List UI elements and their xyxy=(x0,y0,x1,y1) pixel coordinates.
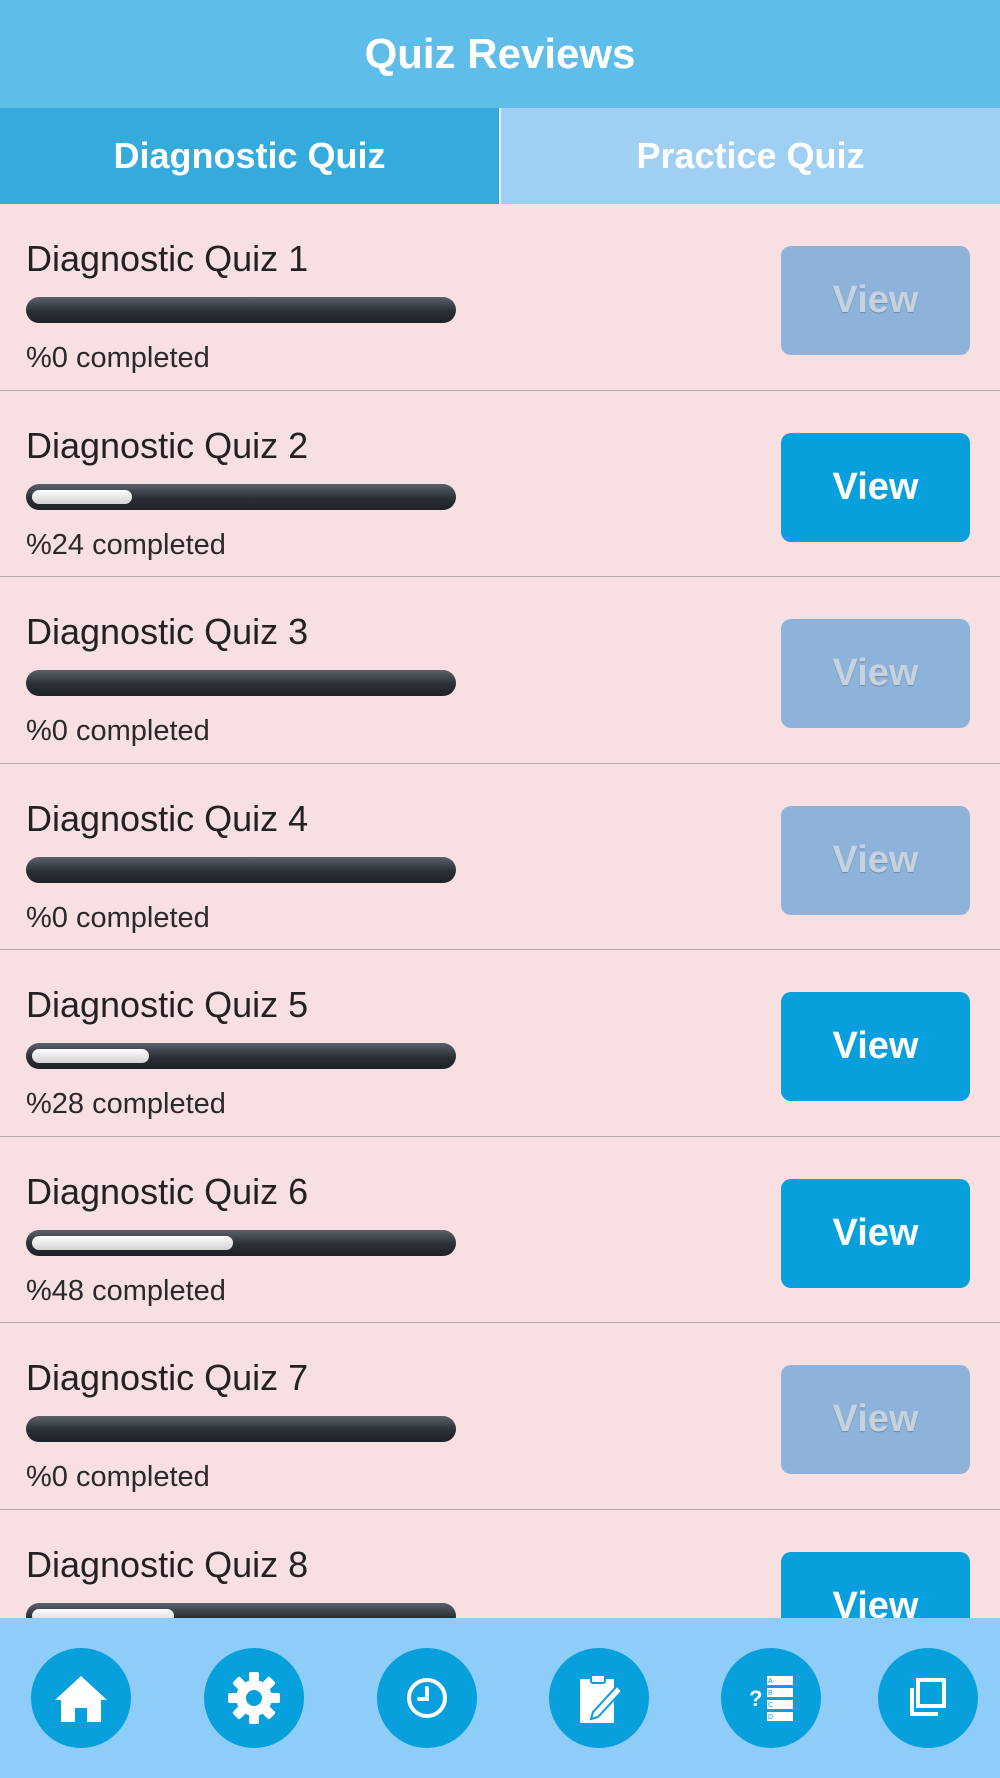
view-button[interactable]: View xyxy=(781,1365,970,1474)
view-button[interactable]: View xyxy=(781,619,970,728)
progress-bar xyxy=(26,1043,456,1069)
completion-status: %28 completed xyxy=(26,1088,226,1120)
completion-status: %0 completed xyxy=(26,715,210,747)
progress-bar xyxy=(26,1602,456,1618)
quiz-list-button[interactable]: ? A B C D xyxy=(721,1648,821,1748)
history-button[interactable] xyxy=(377,1648,477,1748)
quiz-title: Diagnostic Quiz 5 xyxy=(26,984,309,1025)
progress-fill xyxy=(32,1049,149,1063)
progress-bar xyxy=(26,1229,456,1256)
clipboard-edit-icon xyxy=(580,1674,624,1723)
list-item: Diagnostic Quiz 4 %0 completed View xyxy=(0,764,1000,950)
progress-fill xyxy=(32,1608,174,1618)
completion-status: %0 completed xyxy=(26,901,210,934)
home-icon xyxy=(55,1676,107,1722)
svg-text:A: A xyxy=(768,1678,773,1685)
quiz-list[interactable]: Diagnostic Quiz 1 %0 completed View Diagnos… xyxy=(0,204,1000,1618)
completion-status: %48 completed xyxy=(26,1274,226,1307)
view-button[interactable]: View xyxy=(781,805,970,915)
app-header: Quiz Reviews xyxy=(0,0,1000,108)
settings-button[interactable] xyxy=(204,1648,304,1748)
quiz-title: Diagnostic Quiz 8 xyxy=(26,1543,309,1585)
completion-status: %0 completed xyxy=(26,1461,210,1493)
clock-icon xyxy=(407,1678,447,1718)
quiz-edit-button[interactable] xyxy=(549,1648,649,1748)
quiz-title: Diagnostic Quiz 7 xyxy=(26,1357,309,1398)
list-item: Diagnostic Quiz 7 %0 completed View xyxy=(0,1323,1000,1510)
progress-fill xyxy=(32,1235,233,1250)
svg-text:B: B xyxy=(768,1690,773,1697)
view-button[interactable]: View xyxy=(781,1551,970,1618)
copy-icon xyxy=(910,1678,946,1716)
progress-bar xyxy=(26,1416,456,1442)
home-button[interactable] xyxy=(31,1648,131,1748)
quiz-list-icon: ? A B C D xyxy=(749,1676,793,1721)
view-button[interactable]: View xyxy=(781,432,970,542)
progress-bar xyxy=(26,297,456,323)
view-button[interactable]: View xyxy=(781,992,970,1101)
progress-bar xyxy=(26,670,456,696)
view-button[interactable]: View xyxy=(781,1178,970,1288)
progress-bar xyxy=(26,856,456,883)
quiz-title: Diagnostic Quiz 2 xyxy=(26,424,309,466)
bottom-nav-bar: ? A B C D xyxy=(0,1618,1000,1778)
quiz-title: Diagnostic Quiz 6 xyxy=(26,1170,309,1212)
list-item: Diagnostic Quiz 1 %0 completed View xyxy=(0,204,1000,391)
tab-diagnostic-quiz[interactable]: Diagnostic Quiz xyxy=(0,108,501,204)
quiz-title: Diagnostic Quiz 3 xyxy=(26,611,309,652)
list-item: Diagnostic Quiz 5 %28 completed View xyxy=(0,950,1000,1137)
svg-text:D: D xyxy=(768,1714,773,1721)
quiz-title: Diagnostic Quiz 4 xyxy=(26,797,309,839)
quiz-title: Diagnostic Quiz 1 xyxy=(26,238,309,279)
list-item: Diagnostic Quiz 8 View xyxy=(0,1510,1000,1618)
list-item: Diagnostic Quiz 6 %48 completed View xyxy=(0,1137,1000,1323)
list-item: Diagnostic Quiz 2 %24 completed View xyxy=(0,391,1000,577)
tab-bar: Diagnostic Quiz Practice Quiz xyxy=(0,108,1000,204)
progress-fill xyxy=(32,489,132,504)
copy-button[interactable] xyxy=(878,1648,978,1748)
completion-status: %0 completed xyxy=(26,342,210,374)
view-button[interactable]: View xyxy=(781,246,970,355)
progress-bar xyxy=(26,483,456,510)
tab-practice-quiz[interactable]: Practice Quiz xyxy=(501,108,1000,204)
gear-icon xyxy=(228,1672,280,1724)
svg-text:C: C xyxy=(768,1702,773,1709)
list-item: Diagnostic Quiz 3 %0 completed View xyxy=(0,577,1000,764)
completion-status: %24 completed xyxy=(26,528,226,561)
svg-text:?: ? xyxy=(749,1686,762,1711)
page-title: Quiz Reviews xyxy=(364,30,636,77)
